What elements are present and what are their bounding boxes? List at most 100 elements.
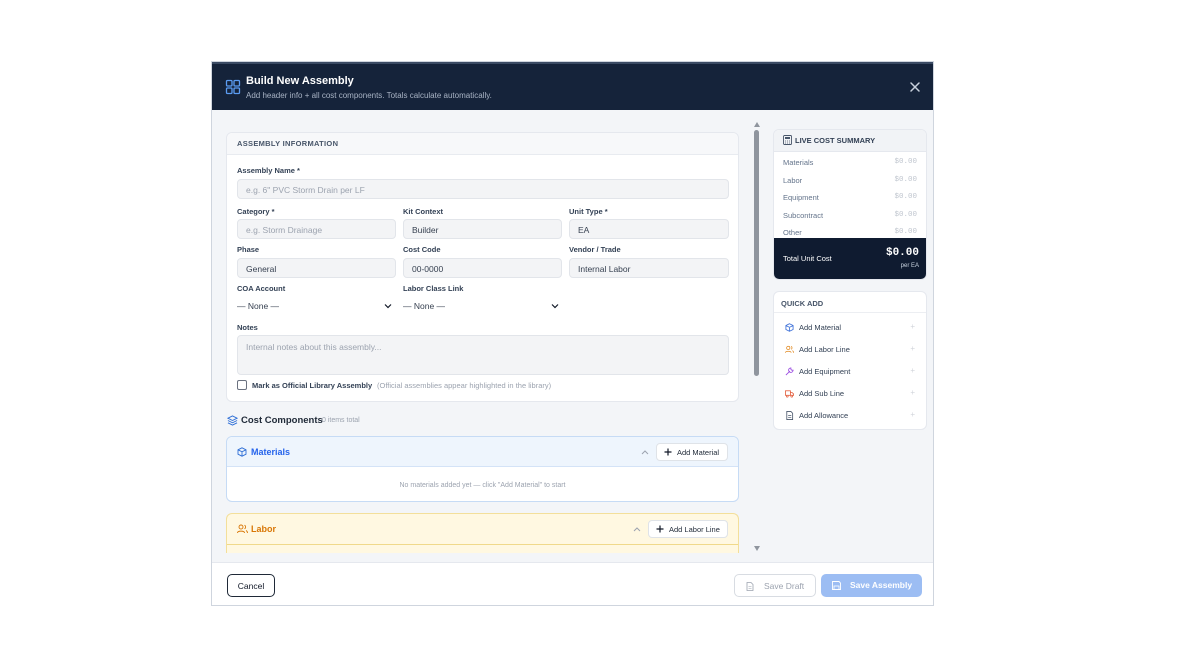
live-cost-summary: LIVE COST SUMMARY Materials $0.00 Labor … <box>773 129 927 280</box>
total-unit-label: per EA <box>900 263 919 269</box>
users-icon <box>785 345 794 353</box>
quick-add-allowance-label: Add Allowance <box>799 411 849 420</box>
modal-title: Build New Assembly <box>246 75 354 87</box>
phase-input[interactable]: General <box>237 258 396 278</box>
unit-type-label: Unit Type * <box>569 207 608 216</box>
summary-row-value: $0.00 <box>894 158 917 166</box>
total-unit-cost-label: Total Unit Cost <box>783 254 832 263</box>
quick-add-sub-line[interactable]: Add Sub Line + <box>785 388 915 402</box>
quick-add-divider <box>774 312 926 313</box>
summary-row-label: Equipment <box>783 193 819 202</box>
add-labor-line-label: Add Labor Line <box>669 525 720 534</box>
phase-label: Phase <box>237 245 260 254</box>
document-icon <box>786 411 794 420</box>
notes-label: Notes <box>237 323 258 332</box>
plus-icon: + <box>910 344 915 353</box>
plus-icon: + <box>910 322 915 331</box>
cancel-button[interactable]: Cancel <box>227 574 275 597</box>
save-assembly-label: Save Assembly <box>850 580 913 590</box>
quick-add-labor-label: Add Labor Line <box>799 345 850 354</box>
summary-row-label: Materials <box>783 158 814 167</box>
summary-row-value: $0.00 <box>894 176 917 184</box>
notes-textarea[interactable]: Internal notes about this assembly... <box>237 335 729 375</box>
official-library-checkbox[interactable] <box>237 380 247 390</box>
summary-row-label: Subcontract <box>783 211 824 220</box>
close-icon[interactable] <box>907 79 923 95</box>
cost-code-label: Cost Code <box>403 245 441 254</box>
total-unit-cost-value: $0.00 <box>885 247 919 259</box>
summary-title: LIVE COST SUMMARY <box>795 136 876 145</box>
coa-account-label: COA Account <box>237 284 286 293</box>
summary-row-label: Other <box>783 228 802 237</box>
vendor-trade-input[interactable]: Internal Labor <box>569 258 729 278</box>
quick-add-material-label: Add Material <box>799 323 842 332</box>
quick-add-labor-line[interactable]: Add Labor Line + <box>785 344 915 358</box>
labor-section[interactable]: Labor Add Labor Line <box>226 513 739 553</box>
add-labor-line-button[interactable]: Add Labor Line <box>648 520 728 538</box>
chevron-down-icon <box>384 304 392 309</box>
vendor-trade-label: Vendor / Trade <box>569 245 621 254</box>
truck-icon <box>785 390 794 398</box>
assembly-info-card: ASSEMBLY INFORMATION Assembly Name * e.g… <box>226 132 739 402</box>
materials-title: Materials <box>251 447 291 457</box>
summary-header: LIVE COST SUMMARY <box>774 130 926 152</box>
wrench-icon <box>785 367 794 376</box>
scroll-down-arrow-icon[interactable] <box>754 546 760 551</box>
summary-row-value: $0.00 <box>894 228 917 236</box>
cube-icon <box>785 323 794 332</box>
quick-add-material[interactable]: Add Material + <box>785 322 915 336</box>
quick-add-equipment[interactable]: Add Equipment + <box>785 366 915 380</box>
summary-row-label: Labor <box>783 176 803 185</box>
chevron-up-icon[interactable] <box>641 449 649 455</box>
build-assembly-modal: Build New Assembly Add header info + all… <box>211 61 934 606</box>
save-icon <box>832 581 841 590</box>
layers-icon <box>227 415 238 426</box>
labor-divider <box>227 544 738 545</box>
plus-icon <box>664 448 672 456</box>
document-icon <box>746 582 754 591</box>
materials-header[interactable]: Materials Add Material <box>227 437 738 467</box>
cost-components-count: 0 items total <box>322 417 360 424</box>
modal-header: Build New Assembly Add header info + all… <box>212 62 933 110</box>
category-input[interactable]: e.g. Storm Drainage <box>237 219 396 239</box>
modal-subtitle: Add header info + all cost components. T… <box>246 91 492 100</box>
category-label: Category * <box>237 207 275 216</box>
labor-class-value: — None — <box>403 301 446 311</box>
summary-row-value: $0.00 <box>894 193 917 201</box>
modal-footer: Cancel Save Draft Save Assembly <box>212 562 933 605</box>
assembly-grid-icon <box>225 79 241 95</box>
plus-icon: + <box>910 366 915 375</box>
add-material-button[interactable]: Add Material <box>656 443 728 461</box>
summary-row-value: $0.00 <box>894 211 917 219</box>
materials-section: Materials Add Material No materials adde… <box>226 436 739 502</box>
coa-account-value: — None — <box>237 301 280 311</box>
quick-add-equipment-label: Add Equipment <box>799 367 851 376</box>
plus-icon: + <box>910 388 915 397</box>
save-assembly-button[interactable]: Save Assembly <box>821 574 922 597</box>
official-library-label: Mark as Official Library Assembly <box>252 381 373 390</box>
kit-context-input[interactable]: Builder <box>403 219 562 239</box>
plus-icon: + <box>910 410 915 419</box>
quick-add-title: QUICK ADD <box>781 299 824 308</box>
calculator-icon <box>783 135 792 145</box>
scrollbar-thumb[interactable] <box>754 130 759 376</box>
assembly-info-heading: ASSEMBLY INFORMATION <box>227 133 738 155</box>
labor-title: Labor <box>251 524 277 534</box>
labor-class-select[interactable]: — None — <box>395 296 563 316</box>
assembly-name-input[interactable]: e.g. 6" PVC Storm Drain per LF <box>237 179 729 199</box>
scroll-up-arrow-icon[interactable] <box>754 122 760 127</box>
cost-code-input[interactable]: 00-0000 <box>403 258 562 278</box>
total-unit-cost-bar: Total Unit Cost $0.00 per EA <box>774 238 926 279</box>
quick-add-allowance[interactable]: Add Allowance + <box>785 410 915 424</box>
unit-type-input[interactable]: EA <box>569 219 729 239</box>
coa-account-select[interactable]: — None — <box>229 296 396 316</box>
chevron-up-icon[interactable] <box>633 526 641 532</box>
cube-icon <box>237 447 247 457</box>
kit-context-label: Kit Context <box>403 207 443 216</box>
plus-icon <box>656 525 664 533</box>
save-draft-button[interactable]: Save Draft <box>734 574 816 597</box>
add-material-label: Add Material <box>677 448 720 457</box>
quick-add-sub-line-label: Add Sub Line <box>799 389 845 398</box>
materials-empty-text: No materials added yet — click "Add Mate… <box>399 482 566 489</box>
users-icon <box>237 524 248 534</box>
